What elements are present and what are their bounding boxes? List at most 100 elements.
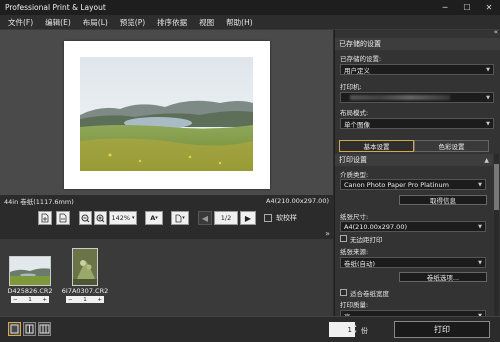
preview-photo[interactable] [80, 57, 253, 171]
saved-settings-title: 已存储的设置 [339, 40, 381, 48]
plus-icon[interactable]: + [42, 297, 47, 303]
panel-collapse-row: « [335, 30, 500, 37]
chevron-down-icon: ▾ [182, 215, 185, 221]
layout-mode-label: 布局模式: [340, 109, 369, 117]
double-chevron-down-icon[interactable]: » [325, 229, 330, 238]
menu-bar: 文件(F) 编辑(E) 布局(L) 预览(P) 排序依据 视图 帮助(H) [0, 15, 500, 30]
paper-source-label: 纸张来源: [340, 248, 369, 256]
plus-icon[interactable]: + [97, 297, 102, 303]
layout-mode-value: 单个图像 [344, 120, 370, 129]
menu-sort-by[interactable]: 排序依据 [157, 17, 187, 28]
copy-count: 1 [28, 296, 32, 303]
next-page-button[interactable]: ▶ [240, 211, 256, 225]
zoom-value: 142% [111, 214, 131, 222]
thumbnail-image[interactable] [72, 248, 98, 286]
print-settings-title: 打印设置 [339, 156, 367, 164]
minus-icon[interactable]: − [68, 297, 73, 303]
paper-size-value: A4(210.00x297.00) [344, 222, 407, 231]
redacted-printer-name [350, 95, 450, 100]
plant-thumbnail [73, 249, 97, 285]
print-button[interactable]: 打印 [394, 321, 490, 338]
arrow-right-icon: ▶ [244, 213, 252, 223]
window-controls: ─ ☐ ✕ [434, 0, 500, 15]
landscape-photo [80, 57, 253, 171]
close-icon[interactable]: ✕ [478, 0, 500, 15]
page-number-field[interactable]: 1/2 [214, 211, 238, 225]
print-preview-area [0, 30, 333, 195]
text-overlay-button[interactable]: A ▾ [145, 211, 163, 225]
paper-source-select[interactable]: 卷纸(自动) ▼ [340, 257, 486, 268]
thumbnail-item[interactable]: D425826.CR2 − 1 + [3, 246, 57, 303]
thumbnail-filename: D425826.CR2 [7, 287, 53, 295]
page-options-button[interactable]: ▾ [171, 211, 189, 225]
page-number: 1/2 [220, 214, 232, 222]
thumbnail-filename: 6I7A0307.CR2 [61, 287, 109, 295]
page-size-info: A4(210.00x297.00) [266, 197, 329, 205]
thumbnail-image[interactable] [9, 256, 51, 286]
media-type-label: 介质类型: [340, 171, 369, 179]
thumbnail-item[interactable]: 6I7A0307.CR2 − 1 + [58, 246, 112, 303]
roll-paper-info: 44in 卷纸(1117.6mm) [4, 198, 74, 206]
fit-roll-width-checkbox[interactable] [340, 289, 347, 296]
fit-page-button[interactable] [38, 211, 52, 225]
tab-basic-settings[interactable]: 基本设置 [339, 140, 414, 152]
maximize-icon[interactable]: ☐ [456, 0, 478, 15]
saved-settings-value: 用户定义 [344, 66, 370, 75]
get-info-button[interactable]: 取得信息 [399, 195, 487, 205]
print-quality-value: 高 [344, 311, 351, 317]
copies-stepper[interactable]: − 1 + [66, 296, 104, 303]
fit-roll-width-label: 适合卷纸宽度 [350, 290, 389, 298]
menu-view[interactable]: 视图 [199, 17, 214, 28]
printer-label: 打印机: [340, 83, 362, 91]
remove-page-button[interactable] [56, 211, 70, 225]
paper-info-bar: 44in 卷纸(1117.6mm) A4(210.00x297.00) [0, 195, 333, 207]
borderless-label: 无边距打印 [350, 236, 383, 244]
copies-value: 1 [347, 325, 352, 334]
print-quality-select[interactable]: 高 ▼ [340, 310, 486, 316]
soft-proof-checkbox[interactable] [264, 214, 272, 222]
thumbnail-strip: D425826.CR2 − 1 + 6I7A0307.CR2 − 1 + [0, 240, 333, 316]
minus-icon[interactable]: − [13, 297, 18, 303]
settings-tabs: 基本设置 色彩设置 [339, 140, 489, 152]
saved-settings-header[interactable]: 已存储的设置 [335, 38, 500, 50]
layout-split-view-button[interactable] [23, 322, 36, 336]
arrow-left-icon: ◀ [201, 213, 209, 223]
copies-spin-icon[interactable]: ▴ ▾ [354, 323, 357, 335]
layout-triple-view-button[interactable] [38, 322, 51, 336]
page-icon [175, 214, 182, 222]
menu-edit[interactable]: 编辑(E) [45, 17, 71, 28]
chevron-down-icon: ▼ [486, 94, 490, 101]
copies-stepper[interactable]: − 1 + [11, 296, 49, 303]
borderless-checkbox[interactable] [340, 235, 347, 242]
zoom-in-button[interactable] [94, 211, 107, 225]
double-chevron-up-icon[interactable]: « [494, 30, 498, 36]
panel-scrollbar[interactable] [494, 154, 499, 316]
menu-file[interactable]: 文件(F) [8, 17, 33, 28]
paper-size-select[interactable]: A4(210.00x297.00) ▼ [340, 221, 486, 232]
minimize-icon[interactable]: ─ [434, 0, 456, 15]
zoom-select[interactable]: 142% ▾ [109, 211, 137, 225]
paper-source-value: 卷纸(自动) [344, 259, 376, 268]
previous-page-button[interactable]: ◀ [198, 211, 212, 225]
copies-input[interactable]: 1 [329, 322, 355, 337]
copies-unit: 份 [361, 327, 368, 335]
tab-color-settings[interactable]: 色彩设置 [414, 140, 489, 152]
soft-proof-label: 软校样 [276, 214, 297, 222]
saved-settings-label: 已存储的设置: [340, 55, 382, 63]
menu-layout[interactable]: 布局(L) [83, 17, 108, 28]
menu-help[interactable]: 帮助(H) [226, 17, 253, 28]
menu-preview[interactable]: 预览(P) [120, 17, 145, 28]
saved-settings-select[interactable]: 用户定义 ▼ [340, 64, 494, 75]
layout-mode-select[interactable]: 单个图像 ▼ [340, 118, 494, 129]
chevron-down-icon: ▼ [486, 120, 490, 127]
scrollbar-thumb[interactable] [494, 164, 499, 210]
copy-count: 1 [83, 296, 87, 303]
roll-paper-options-button[interactable]: 卷纸选项... [399, 272, 487, 282]
media-type-select[interactable]: Canon Photo Paper Pro Platinum ▼ [340, 179, 486, 190]
printer-select[interactable]: ▼ [340, 92, 494, 103]
zoom-out-button[interactable] [79, 211, 92, 225]
thumbnail-splitter: » [0, 228, 333, 240]
single-view-icon [10, 324, 19, 334]
print-settings-header[interactable]: 打印设置 ▲ [335, 154, 493, 166]
layout-single-view-button[interactable] [8, 322, 21, 336]
